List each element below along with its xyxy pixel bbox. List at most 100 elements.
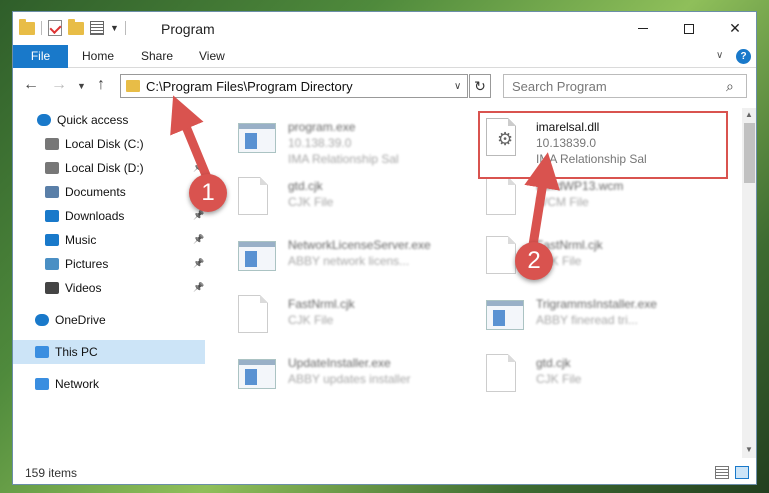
file-detail: CJK File <box>288 313 334 327</box>
toolbar-divider <box>124 21 126 35</box>
forward-arrow-icon[interactable]: → <box>51 76 67 94</box>
pictures-icon <box>45 258 59 270</box>
sidebar-item-documents[interactable]: Documents📌 <box>13 180 205 204</box>
file-item[interactable]: gtd.cjk CJK File <box>478 348 738 404</box>
file-item[interactable]: NetworkLicenseServer.exe ABBY network lic… <box>230 230 490 286</box>
search-input[interactable]: Search Program <box>512 79 607 94</box>
window-title: Program <box>161 21 215 37</box>
chevron-down-icon[interactable]: ∨ <box>454 81 461 92</box>
maximize-icon <box>684 23 694 34</box>
sidebar-item-label: Documents <box>65 185 126 199</box>
tab-file[interactable]: File <box>13 45 68 68</box>
tab-share[interactable]: Share <box>133 45 181 68</box>
sidebar-item-local-disk-c[interactable]: Local Disk (C:) <box>13 132 205 156</box>
star-icon <box>37 114 51 126</box>
sidebar-item-local-disk-d[interactable]: Local Disk (D:) 📌 <box>13 156 205 180</box>
pin-icon[interactable]: 📌 <box>193 282 204 293</box>
sidebar-item-label: Local Disk (D:) <box>65 161 144 175</box>
cloud-icon <box>35 314 49 326</box>
vertical-scrollbar[interactable]: ▲ ▼ <box>742 108 756 458</box>
sidebar-item-network[interactable]: Network <box>13 372 205 396</box>
address-path[interactable]: C:\Program Files\Program Directory <box>146 79 353 94</box>
file-item[interactable]: BuildWP13.wcm WCM File <box>478 171 738 227</box>
application-icon <box>238 354 276 396</box>
refresh-icon: ↻ <box>474 78 486 94</box>
sidebar-item-quick-access[interactable]: Quick access <box>13 108 205 132</box>
pin-icon[interactable]: 📌 <box>193 258 204 269</box>
pin-icon[interactable]: 📌 <box>193 162 204 173</box>
tab-view[interactable]: View <box>191 45 233 68</box>
file-name: BuildWP13.wcm <box>536 179 624 193</box>
sidebar-item-downloads[interactable]: Downloads 📌 <box>13 204 205 228</box>
folder-icon <box>126 80 140 92</box>
file-name: NetworkLicenseServer.exe <box>288 238 431 252</box>
scroll-up-icon[interactable]: ▲ <box>745 110 753 119</box>
sidebar-item-label: Videos <box>65 281 102 295</box>
details-view-icon[interactable] <box>715 466 729 479</box>
navigation-pane: Quick access Local Disk (C:) Local Disk (D… <box>13 108 205 468</box>
documents-icon <box>45 186 59 198</box>
step-marker-1: 1 <box>189 174 227 212</box>
file-name: program.exe <box>288 120 356 134</box>
folder-icon[interactable] <box>19 18 35 35</box>
back-arrow-icon[interactable]: ← <box>23 76 39 94</box>
file-name: TrigrammsInstaller.exe <box>536 297 657 311</box>
sidebar-item-label: Pictures <box>65 257 109 271</box>
network-icon <box>35 378 49 390</box>
sidebar-item-label: OneDrive <box>55 313 106 327</box>
videos-icon <box>45 282 59 294</box>
item-count: 159 items <box>25 466 78 480</box>
search-box[interactable]: Search Program ⌕ <box>503 74 747 98</box>
file-detail: ABBY updates installer <box>288 372 411 386</box>
pin-icon[interactable]: 📌 <box>193 210 204 221</box>
sidebar-item-pictures[interactable]: Pictures 📌 <box>13 252 205 276</box>
close-button[interactable]: ✕ <box>712 12 756 45</box>
file-item[interactable]: UpdateInstaller.exe ABBY updates installe… <box>230 348 490 404</box>
maximize-button[interactable] <box>666 12 712 45</box>
sidebar-item-label: Music <box>65 233 97 247</box>
properties-check-icon[interactable] <box>48 20 62 36</box>
file-detail: ABBY network licens... <box>288 254 410 268</box>
sidebar-item-onedrive[interactable]: OneDrive <box>13 308 205 332</box>
help-icon[interactable]: ? <box>736 49 751 64</box>
sidebar-item-music[interactable]: Music 📌 <box>13 228 205 252</box>
up-arrow-icon[interactable]: ↑ <box>97 76 105 94</box>
scrollbar-thumb[interactable] <box>744 123 755 183</box>
refresh-button[interactable]: ↻ <box>469 74 491 98</box>
file-item[interactable]: gtd.cjk CJK File <box>230 171 490 227</box>
scroll-down-icon[interactable]: ▼ <box>745 445 753 454</box>
minimize-button[interactable] <box>620 12 666 45</box>
file-name: UpdateInstaller.exe <box>288 356 391 370</box>
customize-toolbar-icon[interactable] <box>90 21 104 35</box>
tab-home[interactable]: Home <box>74 45 122 68</box>
new-folder-icon[interactable] <box>68 18 84 35</box>
document-icon <box>486 354 522 396</box>
sidebar-item-this-pc[interactable]: This PC <box>13 340 205 364</box>
minimize-icon <box>638 28 648 29</box>
sidebar-item-label: Downloads <box>65 209 125 223</box>
title-bar: ▼ Program ✕ <box>13 12 756 45</box>
address-bar[interactable]: C:\Program Files\Program Directory ∨ <box>120 74 468 98</box>
file-item[interactable]: TrigrammsInstaller.exe ABBY fineread tri.… <box>478 289 738 345</box>
file-description: IMA Relationship Sal <box>288 152 399 166</box>
file-item[interactable]: FastNrml.cjk CJK File <box>230 289 490 345</box>
file-name: gtd.cjk <box>536 356 571 370</box>
document-icon <box>238 295 274 337</box>
file-item[interactable]: program.exe 10.138.39.0 IMA Relationship S… <box>230 112 490 168</box>
recent-locations-icon[interactable]: ▼ <box>77 81 86 91</box>
file-detail: WCM File <box>536 195 589 209</box>
chevron-down-icon[interactable]: ▼ <box>110 23 119 33</box>
application-icon <box>238 118 276 160</box>
sidebar-item-label: Network <box>55 377 100 391</box>
sidebar-item-videos[interactable]: Videos 📌 <box>13 276 205 300</box>
tiles-view-icon[interactable] <box>735 466 749 479</box>
sidebar-item-label: Local Disk (C:) <box>65 137 144 151</box>
computer-icon <box>35 346 49 358</box>
search-icon[interactable]: ⌕ <box>726 78 734 95</box>
status-bar: 159 items <box>13 462 756 484</box>
download-icon <box>45 210 59 222</box>
drive-icon <box>45 162 59 174</box>
expand-ribbon-icon[interactable]: ∨ <box>716 50 723 61</box>
file-detail: CJK File <box>536 372 582 386</box>
pin-icon[interactable]: 📌 <box>193 234 204 245</box>
